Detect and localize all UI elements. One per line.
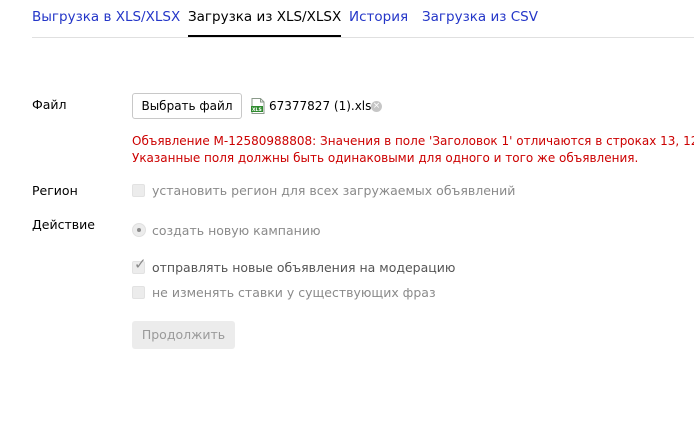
create-campaign-radio[interactable]: [132, 223, 146, 237]
moderation-option-label: отправлять новые объявления на модерацию: [152, 260, 456, 275]
continue-button[interactable]: Продолжить: [132, 321, 235, 349]
error-message: Объявление M-12580988808: Значения в пол…: [132, 133, 694, 166]
keep-bids-checkbox[interactable]: [132, 286, 145, 299]
error-line-1: Объявление M-12580988808: Значения в пол…: [132, 134, 694, 148]
upload-page: Выгрузка в XLS/XLSX Загрузка из XLS/XLSX…: [0, 0, 694, 422]
action-label: Действие: [32, 217, 95, 232]
choose-file-button[interactable]: Выбрать файл: [132, 93, 242, 119]
check-icon: ✓: [134, 255, 147, 273]
close-circle-icon[interactable]: ×: [371, 101, 382, 112]
tab-import-xls[interactable]: Загрузка из XLS/XLSX: [188, 8, 342, 37]
tab-export-xls[interactable]: Выгрузка в XLS/XLSX: [32, 8, 180, 26]
file-label: Файл: [32, 97, 67, 112]
moderation-checkbox[interactable]: ✓: [132, 257, 147, 274]
region-label: Регион: [32, 183, 78, 198]
tab-import-csv[interactable]: Загрузка из CSV: [422, 8, 538, 26]
svg-text:XLS: XLS: [252, 107, 262, 113]
error-line-2: Указанные поля должны быть одинаковыми д…: [132, 150, 639, 165]
tab-bar: Выгрузка в XLS/XLSX Загрузка из XLS/XLSX…: [32, 0, 694, 38]
create-campaign-label: создать новую кампанию: [152, 223, 321, 238]
xls-file-icon: XLS: [251, 98, 265, 114]
region-checkbox[interactable]: [132, 184, 145, 197]
file-name: 67377827 (1).xls: [269, 99, 372, 113]
tab-history[interactable]: История: [349, 8, 408, 26]
region-option-label: установить регион для всех загружаемых о…: [152, 183, 516, 198]
keep-bids-option-label: не изменять ставки у существующих фраз: [152, 285, 436, 300]
